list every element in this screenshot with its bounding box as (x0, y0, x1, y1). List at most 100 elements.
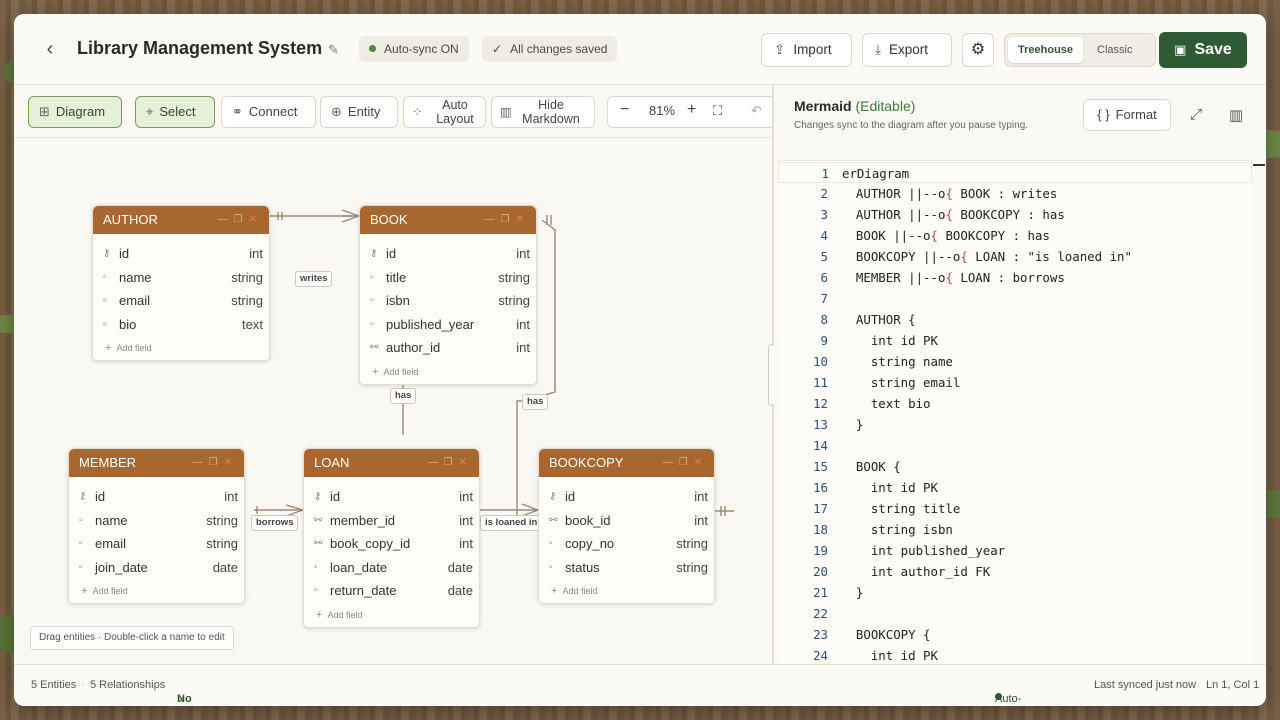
code-text[interactable]: int id PK (841, 330, 938, 351)
copy-icon[interactable]: ❐ (501, 214, 516, 225)
entity-field-row[interactable]: ▫ loan_date date (304, 556, 479, 580)
field-name[interactable]: copy_no (565, 532, 614, 556)
field-type[interactable]: string (206, 509, 238, 533)
entity-window-controls[interactable]: —❐✕ (663, 449, 708, 477)
entity-field-row[interactable]: ▫ name string (69, 509, 244, 533)
minimize-icon[interactable]: — (663, 457, 679, 468)
code-text[interactable]: int published_year (841, 540, 1005, 561)
hide-markdown-button[interactable]: ▥ Hide Markdown (491, 96, 595, 128)
close-icon[interactable]: ✕ (249, 214, 263, 225)
field-name[interactable]: published_year (386, 313, 474, 337)
code-line[interactable]: 16 int id PK (778, 477, 1252, 498)
entity-field-row[interactable]: ▫ name string (93, 266, 269, 290)
add-field-button[interactable]: + Add field (539, 579, 714, 603)
entity-header[interactable]: MEMBER —❐✕ (69, 449, 244, 477)
field-type[interactable]: string (231, 266, 263, 290)
field-type[interactable]: int (459, 532, 473, 556)
field-type[interactable]: date (213, 556, 238, 580)
code-line[interactable]: 7 (778, 288, 1252, 309)
code-line[interactable]: 17 string title (778, 498, 1252, 519)
import-button[interactable]: ⇪ Import (761, 33, 852, 67)
entity-bookcopy[interactable]: BOOKCOPY —❐✕ ⚷ id int ⚯ book_id int ▫ copy_no stri… (538, 448, 715, 604)
minimize-icon[interactable]: — (193, 457, 209, 468)
entity-field-row[interactable]: ▫ bio text (93, 313, 269, 337)
code-line[interactable]: 20 int author_id FK (778, 561, 1252, 582)
field-name[interactable]: member_id (330, 509, 395, 533)
field-name[interactable]: title (386, 266, 406, 290)
entity-field-row[interactable]: ⚯ book_id int (539, 509, 714, 533)
code-line[interactable]: 23 BOOKCOPY { (778, 624, 1252, 645)
code-line[interactable]: 2 AUTHOR ||--o{ BOOK : writes (778, 183, 1252, 204)
field-name[interactable]: id (119, 242, 129, 266)
code-text[interactable]: AUTHOR { (841, 309, 916, 330)
split-view-icon[interactable]: ▥ (1226, 106, 1246, 126)
field-name[interactable]: name (119, 266, 152, 290)
field-type[interactable]: string (231, 289, 263, 313)
field-name[interactable]: email (95, 532, 126, 556)
code-line[interactable]: 10 string name (778, 351, 1252, 372)
field-type[interactable]: string (498, 289, 530, 313)
rel-label-loaned[interactable]: is loaned in (480, 515, 543, 531)
diagram-canvas[interactable]: writes has has borrows is loaned in AUTH… (14, 139, 772, 664)
entity-field-row[interactable]: ▫ published_year int (360, 313, 536, 337)
field-type[interactable]: string (498, 266, 530, 290)
entity-window-controls[interactable]: —❐✕ (428, 449, 473, 477)
code-line[interactable]: 5 BOOKCOPY ||--o{ LOAN : "is loaned in" (778, 246, 1252, 267)
field-type[interactable]: date (448, 579, 473, 603)
code-line[interactable]: 13 } (778, 414, 1252, 435)
code-text[interactable]: BOOKCOPY ||--o{ LOAN : "is loaned in" (841, 246, 1132, 267)
code-line[interactable]: 14 (778, 435, 1252, 456)
field-name[interactable]: bio (119, 313, 136, 337)
code-line[interactable]: 18 string isbn (778, 519, 1252, 540)
scrollbar-thumb[interactable] (1253, 164, 1265, 166)
add-field-button[interactable]: + Add field (304, 603, 479, 627)
code-line[interactable]: 24 int id PK (778, 645, 1252, 666)
entity-field-row[interactable]: ▫ return_date date (304, 579, 479, 603)
field-type[interactable]: int (516, 313, 530, 337)
entity-field-row[interactable]: ⚷ id int (93, 242, 269, 266)
code-line[interactable]: 11 string email (778, 372, 1252, 393)
minimize-icon[interactable]: — (428, 457, 444, 468)
theme-option-classic[interactable]: Classic (1087, 37, 1142, 63)
code-text[interactable]: string name (841, 351, 953, 372)
code-text[interactable]: AUTHOR ||--o{ BOOKCOPY : has (841, 204, 1065, 225)
field-type[interactable]: string (676, 532, 708, 556)
code-text[interactable]: string title (841, 498, 961, 519)
code-text[interactable]: int id PK (841, 477, 938, 498)
auto-layout-button[interactable]: ⁘ Auto Layout (403, 96, 486, 128)
code-line[interactable]: 19 int published_year (778, 540, 1252, 561)
field-type[interactable]: string (206, 532, 238, 556)
code-line[interactable]: 4 BOOK ||--o{ BOOKCOPY : has (778, 225, 1252, 246)
close-icon[interactable]: ✕ (459, 457, 473, 468)
add-entity-button[interactable]: ⊕ Entity (320, 96, 398, 128)
field-name[interactable]: book_copy_id (330, 532, 410, 556)
field-name[interactable]: id (565, 485, 575, 509)
field-name[interactable]: author_id (386, 336, 440, 360)
copy-icon[interactable]: ❐ (209, 457, 224, 468)
rel-label-has-copy[interactable]: has (522, 394, 549, 410)
add-field-button[interactable]: + Add field (360, 360, 536, 384)
entity-field-row[interactable]: ▫ status string (539, 556, 714, 580)
code-text[interactable]: MEMBER ||--o{ LOAN : borrows (841, 267, 1065, 288)
entity-header[interactable]: BOOKCOPY —❐✕ (539, 449, 714, 477)
field-type[interactable]: int (459, 485, 473, 509)
entity-window-controls[interactable]: —❐✕ (485, 206, 530, 234)
code-text[interactable]: BOOK { (841, 456, 901, 477)
code-text[interactable]: BOOKCOPY { (841, 624, 931, 645)
code-line[interactable]: 1 erDiagram (778, 162, 1252, 183)
entity-field-row[interactable]: ▫ isbn string (360, 289, 536, 313)
field-name[interactable]: id (386, 242, 396, 266)
code-line[interactable]: 21 } (778, 582, 1252, 603)
rel-label-writes[interactable]: writes (295, 271, 333, 287)
entity-field-row[interactable]: ⚷ id int (69, 485, 244, 509)
code-text[interactable]: string email (841, 372, 961, 393)
code-line[interactable]: 8 AUTHOR { (778, 309, 1252, 330)
code-text[interactable]: } (841, 582, 863, 603)
entity-field-row[interactable]: ⚷ id int (539, 485, 714, 509)
rel-label-has-book[interactable]: has (390, 388, 417, 404)
code-text[interactable]: BOOK ||--o{ BOOKCOPY : has (841, 225, 1050, 246)
rel-label-borrows[interactable]: borrows (251, 515, 299, 531)
entity-field-row[interactable]: ⚯ member_id int (304, 509, 479, 533)
entity-window-controls[interactable]: —❐✕ (218, 206, 263, 234)
editor-scrollbar[interactable] (1252, 160, 1266, 664)
